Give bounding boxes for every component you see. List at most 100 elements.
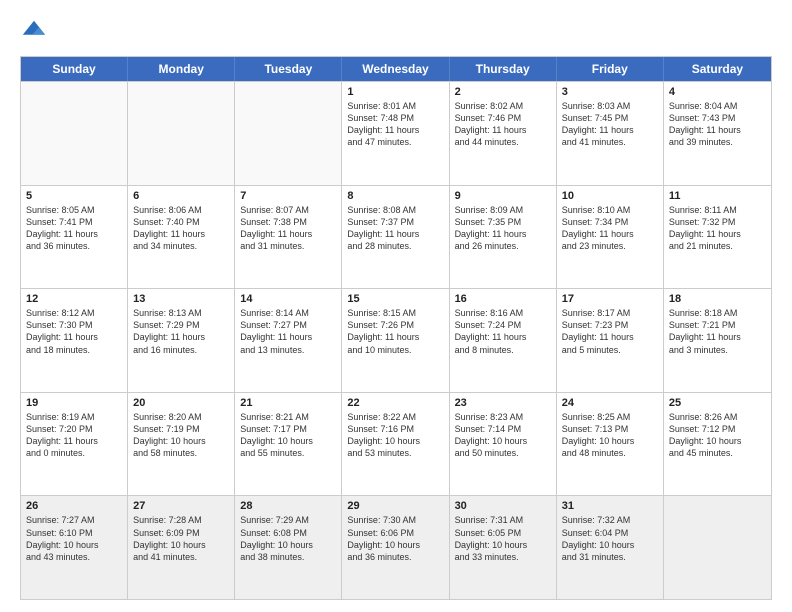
calendar-cell-23: 23 Sunrise: 8:23 AM Sunset: 7:14 PM Dayli…	[450, 393, 557, 496]
day-headers-row: SundayMondayTuesdayWednesdayThursdayFrid…	[21, 57, 771, 81]
calendar-cell-3: 3 Sunrise: 8:03 AM Sunset: 7:45 PM Daylig…	[557, 82, 664, 185]
calendar-cell-15: 15 Sunrise: 8:15 AM Sunset: 7:26 PM Dayli…	[342, 289, 449, 392]
cell-date-number: 10	[562, 190, 658, 202]
cell-date-number: 24	[562, 397, 658, 409]
day-header-friday: Friday	[557, 57, 664, 81]
calendar-cell-5: 5 Sunrise: 8:05 AM Sunset: 7:41 PM Daylig…	[21, 186, 128, 289]
page: SundayMondayTuesdayWednesdayThursdayFrid…	[0, 0, 792, 612]
cell-info-text: Sunrise: 8:22 AM Sunset: 7:16 PM Dayligh…	[347, 411, 443, 460]
calendar-cell-9: 9 Sunrise: 8:09 AM Sunset: 7:35 PM Daylig…	[450, 186, 557, 289]
calendar-cell-4: 4Sunrise: 8:04 AM Sunset: 7:43 PM Daylig…	[664, 82, 771, 185]
cell-date-number: 21	[240, 397, 336, 409]
cell-date-number: 8	[347, 190, 443, 202]
calendar-cell-25: 25Sunrise: 8:26 AM Sunset: 7:12 PM Dayli…	[664, 393, 771, 496]
calendar-cell-empty	[21, 82, 128, 185]
calendar-cell-27: 27 Sunrise: 7:28 AM Sunset: 6:09 PM Dayli…	[128, 496, 235, 599]
cell-info-text: Sunrise: 8:20 AM Sunset: 7:19 PM Dayligh…	[133, 411, 229, 460]
cell-info-text: Sunrise: 8:11 AM Sunset: 7:32 PM Dayligh…	[669, 204, 766, 253]
calendar-cell-8: 8 Sunrise: 8:08 AM Sunset: 7:37 PM Daylig…	[342, 186, 449, 289]
day-header-thursday: Thursday	[450, 57, 557, 81]
week-row-3: 12Sunrise: 8:12 AM Sunset: 7:30 PM Dayli…	[21, 288, 771, 392]
cell-info-text: Sunrise: 8:13 AM Sunset: 7:29 PM Dayligh…	[133, 307, 229, 356]
calendar-cell-19: 19 Sunrise: 8:19 AM Sunset: 7:20 PM Dayli…	[21, 393, 128, 496]
calendar-cell-21: 21 Sunrise: 8:21 AM Sunset: 7:17 PM Dayli…	[235, 393, 342, 496]
logo	[20, 18, 52, 46]
cell-date-number: 3	[562, 86, 658, 98]
calendar-cell-16: 16 Sunrise: 8:16 AM Sunset: 7:24 PM Dayli…	[450, 289, 557, 392]
cell-date-number: 4	[669, 86, 766, 98]
cell-info-text: Sunrise: 7:29 AM Sunset: 6:08 PM Dayligh…	[240, 514, 336, 563]
week-row-1: 1 Sunrise: 8:01 AM Sunset: 7:48 PM Daylig…	[21, 81, 771, 185]
cell-info-text: Sunrise: 8:12 AM Sunset: 7:30 PM Dayligh…	[26, 307, 122, 356]
logo-icon	[20, 18, 48, 46]
calendar-cell-28: 28Sunrise: 7:29 AM Sunset: 6:08 PM Dayli…	[235, 496, 342, 599]
cell-date-number: 17	[562, 293, 658, 305]
calendar-cell-13: 13Sunrise: 8:13 AM Sunset: 7:29 PM Dayli…	[128, 289, 235, 392]
cell-info-text: Sunrise: 7:31 AM Sunset: 6:05 PM Dayligh…	[455, 514, 551, 563]
calendar: SundayMondayTuesdayWednesdayThursdayFrid…	[20, 56, 772, 600]
cell-info-text: Sunrise: 8:23 AM Sunset: 7:14 PM Dayligh…	[455, 411, 551, 460]
cell-date-number: 14	[240, 293, 336, 305]
cell-info-text: Sunrise: 8:19 AM Sunset: 7:20 PM Dayligh…	[26, 411, 122, 460]
cell-info-text: Sunrise: 8:08 AM Sunset: 7:37 PM Dayligh…	[347, 204, 443, 253]
calendar-cell-7: 7 Sunrise: 8:07 AM Sunset: 7:38 PM Daylig…	[235, 186, 342, 289]
cell-info-text: Sunrise: 8:01 AM Sunset: 7:48 PM Dayligh…	[347, 100, 443, 149]
cell-date-number: 31	[562, 500, 658, 512]
cell-date-number: 11	[669, 190, 766, 202]
cell-info-text: Sunrise: 8:15 AM Sunset: 7:26 PM Dayligh…	[347, 307, 443, 356]
cell-info-text: Sunrise: 8:03 AM Sunset: 7:45 PM Dayligh…	[562, 100, 658, 149]
week-row-5: 26 Sunrise: 7:27 AM Sunset: 6:10 PM Dayli…	[21, 495, 771, 599]
calendar-cell-1: 1 Sunrise: 8:01 AM Sunset: 7:48 PM Daylig…	[342, 82, 449, 185]
cell-info-text: Sunrise: 8:02 AM Sunset: 7:46 PM Dayligh…	[455, 100, 551, 149]
calendar-cell-11: 11 Sunrise: 8:11 AM Sunset: 7:32 PM Dayli…	[664, 186, 771, 289]
calendar-cell-10: 10 Sunrise: 8:10 AM Sunset: 7:34 PM Dayli…	[557, 186, 664, 289]
cell-date-number: 23	[455, 397, 551, 409]
calendar-cell-31: 31Sunrise: 7:32 AM Sunset: 6:04 PM Dayli…	[557, 496, 664, 599]
cell-date-number: 26	[26, 500, 122, 512]
cell-date-number: 1	[347, 86, 443, 98]
cell-date-number: 5	[26, 190, 122, 202]
cell-date-number: 19	[26, 397, 122, 409]
cell-date-number: 9	[455, 190, 551, 202]
cell-info-text: Sunrise: 8:07 AM Sunset: 7:38 PM Dayligh…	[240, 204, 336, 253]
cell-date-number: 20	[133, 397, 229, 409]
calendar-cell-17: 17Sunrise: 8:17 AM Sunset: 7:23 PM Dayli…	[557, 289, 664, 392]
calendar-cell-2: 2 Sunrise: 8:02 AM Sunset: 7:46 PM Daylig…	[450, 82, 557, 185]
cell-info-text: Sunrise: 8:25 AM Sunset: 7:13 PM Dayligh…	[562, 411, 658, 460]
cell-info-text: Sunrise: 8:18 AM Sunset: 7:21 PM Dayligh…	[669, 307, 766, 356]
cell-date-number: 16	[455, 293, 551, 305]
day-header-tuesday: Tuesday	[235, 57, 342, 81]
cell-info-text: Sunrise: 7:27 AM Sunset: 6:10 PM Dayligh…	[26, 514, 122, 563]
calendar-cell-20: 20 Sunrise: 8:20 AM Sunset: 7:19 PM Dayli…	[128, 393, 235, 496]
cell-date-number: 7	[240, 190, 336, 202]
calendar-cell-6: 6Sunrise: 8:06 AM Sunset: 7:40 PM Daylig…	[128, 186, 235, 289]
cell-info-text: Sunrise: 8:09 AM Sunset: 7:35 PM Dayligh…	[455, 204, 551, 253]
cell-info-text: Sunrise: 8:16 AM Sunset: 7:24 PM Dayligh…	[455, 307, 551, 356]
calendar-cell-30: 30 Sunrise: 7:31 AM Sunset: 6:05 PM Dayli…	[450, 496, 557, 599]
day-header-monday: Monday	[128, 57, 235, 81]
day-header-wednesday: Wednesday	[342, 57, 449, 81]
header	[20, 18, 772, 46]
cell-info-text: Sunrise: 8:05 AM Sunset: 7:41 PM Dayligh…	[26, 204, 122, 253]
cell-date-number: 15	[347, 293, 443, 305]
cell-info-text: Sunrise: 8:14 AM Sunset: 7:27 PM Dayligh…	[240, 307, 336, 356]
calendar-cell-24: 24 Sunrise: 8:25 AM Sunset: 7:13 PM Dayli…	[557, 393, 664, 496]
calendar-cell-empty	[128, 82, 235, 185]
cell-info-text: Sunrise: 8:26 AM Sunset: 7:12 PM Dayligh…	[669, 411, 766, 460]
calendar-cell-empty	[664, 496, 771, 599]
cell-date-number: 30	[455, 500, 551, 512]
cell-info-text: Sunrise: 8:06 AM Sunset: 7:40 PM Dayligh…	[133, 204, 229, 253]
week-row-4: 19 Sunrise: 8:19 AM Sunset: 7:20 PM Dayli…	[21, 392, 771, 496]
cell-info-text: Sunrise: 8:10 AM Sunset: 7:34 PM Dayligh…	[562, 204, 658, 253]
calendar-cell-12: 12Sunrise: 8:12 AM Sunset: 7:30 PM Dayli…	[21, 289, 128, 392]
cell-date-number: 29	[347, 500, 443, 512]
cell-info-text: Sunrise: 7:28 AM Sunset: 6:09 PM Dayligh…	[133, 514, 229, 563]
calendar-cell-22: 22 Sunrise: 8:22 AM Sunset: 7:16 PM Dayli…	[342, 393, 449, 496]
week-row-2: 5 Sunrise: 8:05 AM Sunset: 7:41 PM Daylig…	[21, 185, 771, 289]
cell-date-number: 27	[133, 500, 229, 512]
cell-info-text: Sunrise: 8:21 AM Sunset: 7:17 PM Dayligh…	[240, 411, 336, 460]
cell-date-number: 2	[455, 86, 551, 98]
cell-date-number: 22	[347, 397, 443, 409]
calendar-cell-14: 14 Sunrise: 8:14 AM Sunset: 7:27 PM Dayli…	[235, 289, 342, 392]
calendar-cell-18: 18Sunrise: 8:18 AM Sunset: 7:21 PM Dayli…	[664, 289, 771, 392]
